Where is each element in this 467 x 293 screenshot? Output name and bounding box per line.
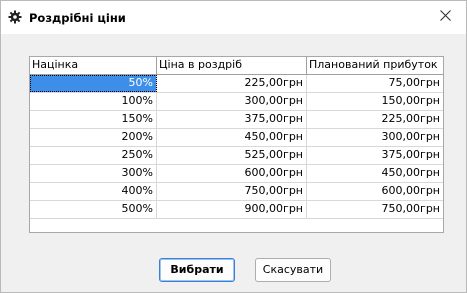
dialog-body: Націнка Ціна в роздріб Планований прибут… — [1, 34, 466, 292]
table-row[interactable]: 150% 375,00грн 225,00грн — [30, 111, 443, 129]
cell-markup[interactable]: 150% — [30, 111, 157, 128]
cell-markup[interactable]: 100% — [30, 93, 157, 110]
select-button[interactable]: Вибрати — [159, 258, 235, 282]
cell-markup[interactable]: 300% — [30, 165, 157, 182]
table-row[interactable]: 50% 225,00грн 75,00грн — [30, 75, 443, 93]
table-row[interactable]: 300% 600,00грн 450,00грн — [30, 165, 443, 183]
table-body: 50% 225,00грн 75,00грн 100% 300,00грн 150,00г… — [30, 75, 443, 219]
cell-retail-price[interactable]: 225,00грн — [157, 75, 307, 92]
cell-markup[interactable]: 500% — [30, 201, 157, 218]
cell-retail-price[interactable]: 375,00грн — [157, 111, 307, 128]
cell-planned-profit[interactable]: 600,00грн — [307, 183, 443, 200]
cell-planned-profit[interactable]: 450,00грн — [307, 165, 443, 182]
cell-retail-price[interactable]: 450,00грн — [157, 129, 307, 146]
table-row[interactable]: 200% 450,00грн 300,00грн — [30, 129, 443, 147]
cell-retail-price[interactable]: 900,00грн — [157, 201, 307, 218]
column-header-markup[interactable]: Націнка — [30, 57, 157, 74]
cell-retail-price[interactable]: 600,00грн — [157, 165, 307, 182]
table-row[interactable]: 250% 525,00грн 375,00грн — [30, 147, 443, 165]
cell-planned-profit[interactable]: 300,00грн — [307, 129, 443, 146]
table-row[interactable]: 400% 750,00грн 600,00грн — [30, 183, 443, 201]
cell-markup[interactable]: 50% — [30, 75, 157, 92]
cell-retail-price[interactable]: 300,00грн — [157, 93, 307, 110]
table-row[interactable]: 500% 900,00грн 750,00грн — [30, 201, 443, 219]
gear-icon — [8, 10, 22, 24]
cell-markup[interactable]: 250% — [30, 147, 157, 164]
title-bar: Роздрібні ціни — [1, 1, 466, 34]
cell-planned-profit[interactable]: 375,00грн — [307, 147, 443, 164]
cell-markup[interactable]: 400% — [30, 183, 157, 200]
cell-planned-profit[interactable]: 750,00грн — [307, 201, 443, 218]
dialog-window: Роздрібні ціни Націнка Ціна в роздріб Пл… — [0, 0, 467, 293]
table-row[interactable]: 100% 300,00грн 150,00грн — [30, 93, 443, 111]
cell-planned-profit[interactable]: 75,00грн — [307, 75, 443, 92]
column-header-planned-profit[interactable]: Планований прибуток — [307, 57, 443, 74]
cell-retail-price[interactable]: 525,00грн — [157, 147, 307, 164]
cell-markup[interactable]: 200% — [30, 129, 157, 146]
window-title: Роздрібні ціни — [29, 11, 126, 25]
cell-retail-price[interactable]: 750,00грн — [157, 183, 307, 200]
cancel-button[interactable]: Скасувати — [255, 258, 331, 282]
column-header-retail-price[interactable]: Ціна в роздріб — [157, 57, 307, 74]
close-icon — [439, 10, 451, 24]
cell-planned-profit[interactable]: 225,00грн — [307, 111, 443, 128]
table-header: Націнка Ціна в роздріб Планований прибут… — [30, 57, 443, 75]
close-button[interactable] — [424, 1, 466, 33]
prices-table[interactable]: Націнка Ціна в роздріб Планований прибут… — [29, 56, 444, 233]
cell-planned-profit[interactable]: 150,00грн — [307, 93, 443, 110]
